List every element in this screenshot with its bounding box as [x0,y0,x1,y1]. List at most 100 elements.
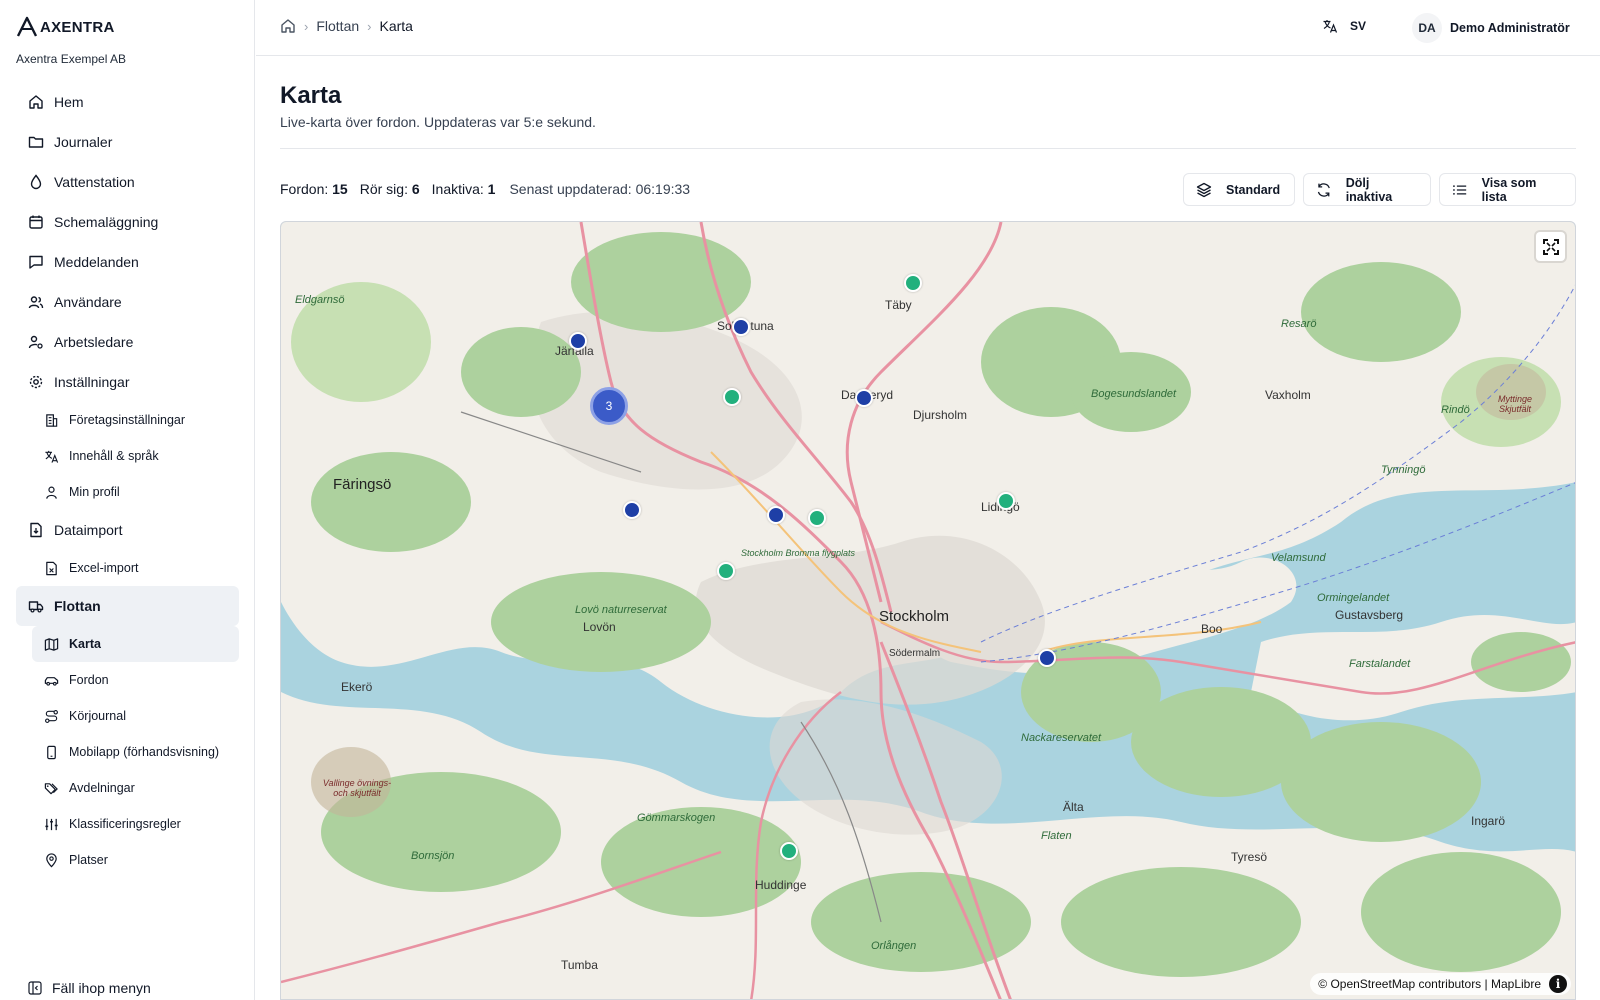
label-vallinge: Vallinge övnings- och skjutfält [322,778,392,798]
stat-vehicles-label: Fordon: [280,181,329,197]
nav-label-driving-log: Körjournal [69,709,126,723]
nav-item-users[interactable]: Användare [16,282,239,322]
user-name: Demo Administratör [1450,21,1570,35]
label-bromma: Stockholm Bromma flygplats [741,548,856,558]
label-stockholm: Stockholm [879,608,950,625]
nav-item-data-import[interactable]: Dataimport [16,510,239,550]
nav-label-home: Hem [54,94,84,110]
user-cog-icon [28,335,43,349]
label-lovon: Lovön [583,620,616,634]
vehicle-marker-moving[interactable] [808,509,826,527]
label-ormingelandet: Ormingelandet [1317,592,1390,604]
nav-item-home[interactable]: Hem [16,82,239,122]
vehicle-marker-moving[interactable] [780,842,798,860]
vehicle-marker-moving[interactable] [997,492,1015,510]
nav-label-mobile-app: Mobilapp (förhandsvisning) [69,745,220,759]
home-icon[interactable] [280,18,296,34]
route-icon [45,709,58,723]
spreadsheet-icon [46,561,57,575]
fleet-stats: Fordon: 15 Rör sig: 6 Inaktiva: 1 Senast… [280,181,690,197]
brand-logo[interactable]: AXENTRA [16,16,115,38]
stat-vehicles-value: 15 [332,181,348,197]
label-boo: Boo [1201,622,1223,636]
users-icon [28,296,44,309]
breadcrumb: › Flottan › Karta [280,18,413,34]
nav-item-content-language[interactable]: Innehåll & språk [32,438,239,474]
nav-item-mobile-app[interactable]: Mobilapp (förhandsvisning) [32,734,239,770]
map-icon [44,637,59,651]
nav-item-my-profile[interactable]: Min profil [32,474,239,510]
nav-label-my-profile: Min profil [69,485,120,499]
nav-item-places[interactable]: Platser [32,842,239,878]
breadcrumb-fleet[interactable]: Flottan [316,18,359,34]
fullscreen-button[interactable] [1536,232,1565,261]
hide-inactive-button[interactable]: Dölj inaktiva [1303,173,1431,206]
vehicle-marker-idle[interactable] [767,506,785,524]
panel-left-close-icon [28,981,42,995]
show-list-label: Visa som lista [1481,175,1537,204]
map-style-label: Standard [1226,182,1281,197]
vehicle-cluster-marker[interactable]: 3 [590,387,628,425]
label-gustavsberg: Gustavsberg [1335,608,1404,622]
map-pin-icon [46,852,57,867]
label-velamsund: Velamsund [1271,552,1326,564]
vehicle-marker-idle[interactable] [732,318,750,336]
label-eldgarnso: Eldgarnsö [295,294,345,306]
folder-icon [28,136,44,148]
nav-item-scheduling[interactable]: Schemaläggning [16,202,239,242]
vehicle-map[interactable]: Stockholm Färingsö Vaxholm Djursholm Täb… [280,221,1576,1000]
nav-item-settings[interactable]: Inställningar [16,362,239,402]
info-icon[interactable]: i [1549,975,1567,993]
vehicle-marker-idle[interactable] [1038,649,1056,667]
show-list-button[interactable]: Visa som lista [1439,173,1576,206]
nav-item-journals[interactable]: Journaler [16,122,239,162]
nav-label-departments: Avdelningar [69,781,135,795]
attribution-text[interactable]: © OpenStreetMap contributors | MapLibre [1318,977,1541,991]
main-nav: Hem Journaler Vattenstation Schemaläggni… [16,82,239,878]
map-style-button[interactable]: Standard [1183,173,1295,206]
refresh-icon [1317,182,1330,197]
nav-item-messages[interactable]: Meddelanden [16,242,239,282]
nav-item-water-station[interactable]: Vattenstation [16,162,239,202]
vehicle-marker-idle[interactable] [855,389,873,407]
tags-icon [44,782,58,794]
label-rindo: Rindö [1441,404,1470,416]
layers-icon [1196,182,1212,197]
nav-label-data-import: Dataimport [54,522,123,538]
vehicle-marker-idle[interactable] [569,332,587,350]
vehicle-marker-moving[interactable] [717,562,735,580]
nav-label-company-settings: Företagsinställningar [69,413,186,427]
label-nackareservatet: Nackareservatet [1021,732,1102,744]
vehicle-marker-idle[interactable] [623,501,641,519]
user-menu[interactable]: DA Demo Administratör [1412,13,1570,43]
nav-item-classification-rules[interactable]: Klassificeringsregler [32,806,239,842]
nav-item-departments[interactable]: Avdelningar [32,770,239,806]
language-switcher[interactable]: SV [1322,18,1366,34]
vehicle-marker-moving[interactable] [904,274,922,292]
nav-label-supervisors: Arbetsledare [54,334,134,350]
nav-item-fleet[interactable]: Flottan [16,586,239,626]
stat-inactive-label: Inaktiva: [431,181,484,197]
stat-moving: Rör sig: 6 [360,181,420,197]
nav-label-settings: Inställningar [54,374,130,390]
droplet-icon [30,174,42,190]
nav-item-map[interactable]: Karta [32,626,239,662]
nav-item-driving-log[interactable]: Körjournal [32,698,239,734]
label-faringso: Färingsö [333,476,392,493]
nav-item-excel-import[interactable]: Excel-import [32,550,239,586]
collapse-menu-button[interactable]: Fäll ihop menyn [28,980,151,996]
nav-item-company-settings[interactable]: Företagsinställningar [32,402,239,438]
nav-item-supervisors[interactable]: Arbetsledare [16,322,239,362]
vehicle-marker-moving[interactable] [723,388,741,406]
label-farstalandet: Farstalandet [1349,658,1411,670]
stat-inactive-value: 1 [487,181,496,197]
nav-label-classification-rules: Klassificeringsregler [69,817,181,831]
axentra-logo-icon [16,16,38,37]
truck-icon [28,601,44,613]
building-icon [46,413,58,427]
nav-item-vehicles[interactable]: Fordon [32,662,239,698]
home-icon [29,95,43,109]
brand-name: AXENTRA [40,18,115,36]
label-djursholm: Djursholm [913,408,968,422]
nav-label-scheduling: Schemaläggning [54,214,159,230]
